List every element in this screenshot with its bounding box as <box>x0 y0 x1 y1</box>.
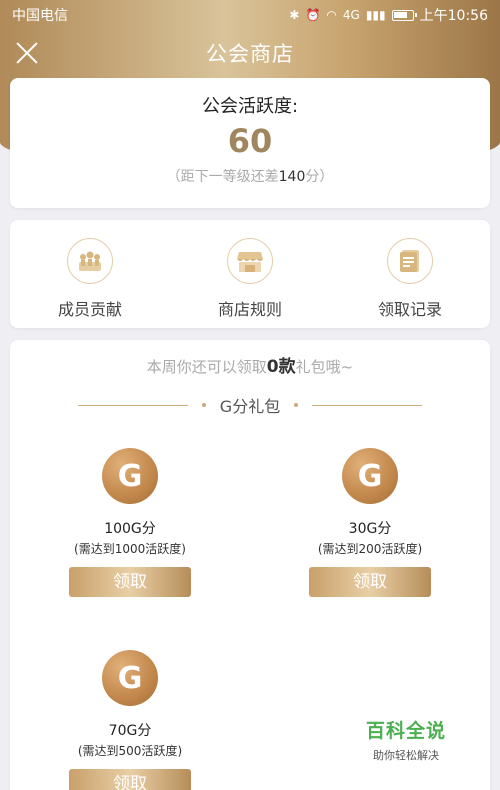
network-label: 4G <box>342 8 360 22</box>
section-header: G分礼包 <box>10 393 490 417</box>
hint-suffix: 分） <box>305 169 334 185</box>
claim-button-70g[interactable]: 领取 <box>69 769 191 790</box>
battery-icon <box>391 9 417 21</box>
claim-button-30g[interactable]: 领取 <box>309 567 431 597</box>
gift-requirement: (需达到200活跃度) <box>317 542 423 556</box>
gift-name: 70G分 <box>108 723 152 739</box>
watermark-subtitle: 助你轻松解决 <box>373 749 439 762</box>
weekly-prefix: 本周你还可以领取 <box>146 358 267 376</box>
action-label-rules: 商店规则 <box>217 300 282 319</box>
watermark: 百科全说 助你轻松解决 <box>346 708 466 770</box>
carrier-label: 中国电信 <box>12 8 68 24</box>
status-time: 上午10:56 <box>419 8 488 24</box>
page-title: 公会商店 <box>206 42 294 66</box>
store-icon <box>227 238 273 284</box>
claim-records-button[interactable]: 领取记录 <box>330 220 490 328</box>
gift-name: 30G分 <box>348 521 392 537</box>
weekly-count: 0款 <box>266 357 296 377</box>
activity-label: 公会活跃度: <box>201 96 299 117</box>
g-coin-icon: G <box>342 448 398 504</box>
bluetooth-icon: ✱ <box>289 8 300 22</box>
hint-value: 140 <box>278 169 306 185</box>
status-icons: ✱ ⏰ ◠ 4G ▮▮▮ 上午10:56 <box>289 5 488 25</box>
gift-requirement: (需达到500活跃度) <box>77 744 183 758</box>
action-label-members: 成员贡献 <box>57 300 122 319</box>
store-rules-button[interactable]: 商店规则 <box>170 220 330 328</box>
divider-left <box>77 404 188 406</box>
wifi-icon: ◠ <box>326 8 337 22</box>
weekly-suffix: 礼包哦~ <box>295 358 354 376</box>
records-icon <box>387 238 433 284</box>
dot-right-icon <box>294 403 299 407</box>
claim-button-100g[interactable]: 领取 <box>69 567 191 597</box>
hint-prefix: （距下一等级还差 <box>166 169 279 185</box>
section-title: G分礼包 <box>219 397 281 416</box>
activity-value: 60 <box>227 122 273 160</box>
signal-icon: ▮▮▮ <box>365 8 386 22</box>
member-contribution-button[interactable]: 成员贡献 <box>10 220 170 328</box>
actions-card: 成员贡献 商店规则 领取记录 <box>10 220 490 328</box>
alarm-icon: ⏰ <box>305 8 321 22</box>
activity-card: 公会活跃度: 60 （距下一等级还差140分） <box>10 78 490 208</box>
weekly-remaining: 本周你还可以领取0款礼包哦~ <box>10 352 490 377</box>
watermark-title: 百科全说 <box>365 720 446 742</box>
gift-name: 100G分 <box>104 521 156 537</box>
g-coin-icon: G <box>102 448 158 504</box>
divider-right <box>312 404 423 406</box>
action-label-records: 领取记录 <box>377 300 442 319</box>
gift-item-70g: G 70G分 (需达到500活跃度) 领取 <box>68 650 192 790</box>
gift-requirement: (需达到1000活跃度) <box>74 542 186 556</box>
activity-hint: （距下一等级还差140分） <box>10 166 490 186</box>
gift-item-100g: G 100G分 (需达到1000活跃度) 领取 <box>68 448 192 597</box>
g-coin-icon: G <box>102 650 158 706</box>
dot-left-icon <box>201 403 206 407</box>
nav-bar: 公会商店 <box>0 30 500 76</box>
status-bar: 中国电信 ✱ ⏰ ◠ 4G ▮▮▮ 上午10:56 <box>0 0 500 30</box>
close-icon[interactable] <box>12 38 42 68</box>
gift-item-30g: G 30G分 (需达到200活跃度) 领取 <box>308 448 432 597</box>
members-icon <box>67 238 113 284</box>
